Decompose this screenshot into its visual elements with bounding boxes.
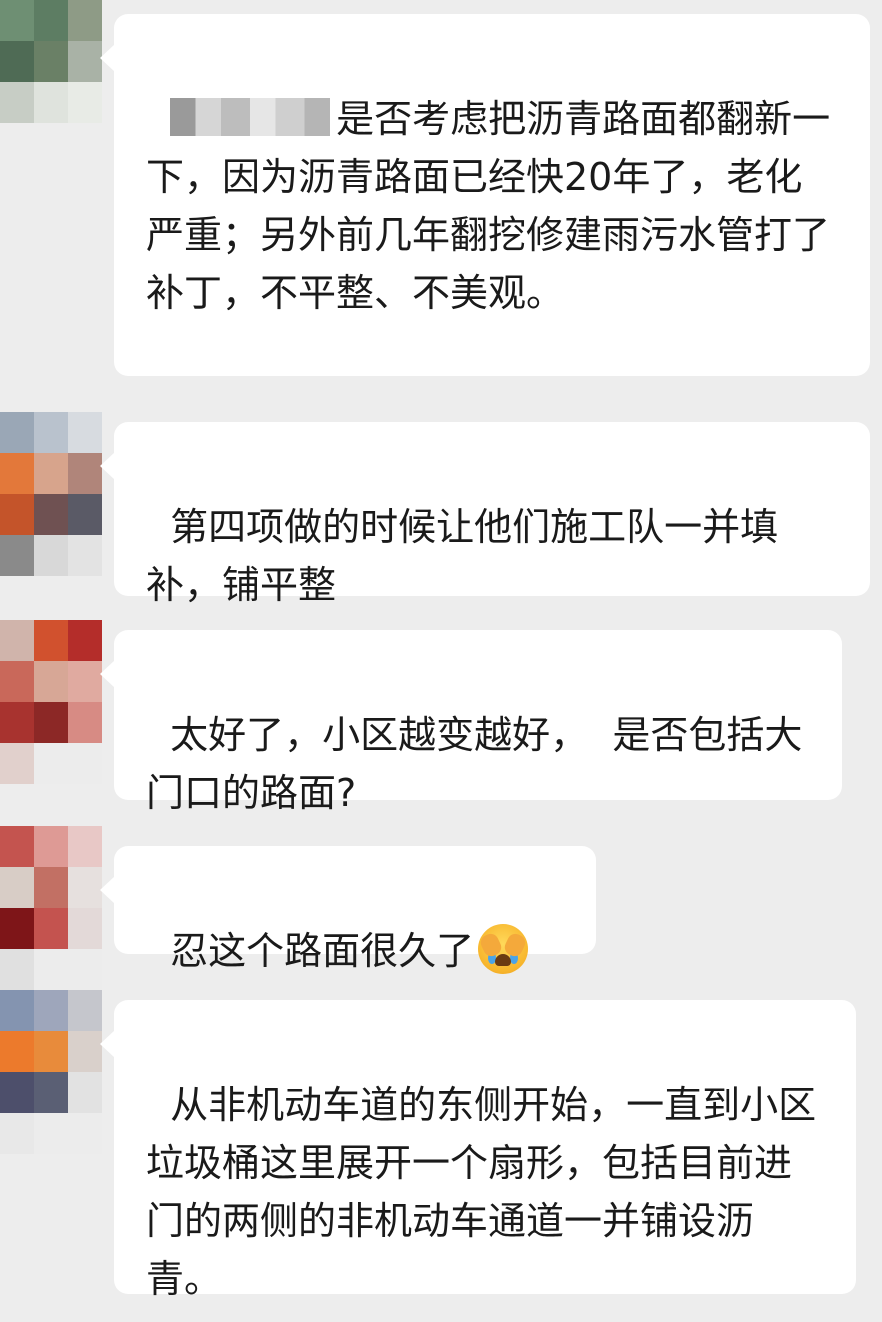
- avatar-pixel: [68, 412, 102, 453]
- avatar-pixel: [0, 867, 34, 908]
- avatar-pixel: [0, 412, 34, 453]
- avatar-pixel: [68, 908, 102, 949]
- avatar-pixel: [68, 990, 102, 1031]
- avatar-pixel: [0, 826, 34, 867]
- avatar-pixel: [0, 82, 34, 123]
- avatar-pixel: [34, 494, 68, 535]
- avatar-pixel: [0, 1072, 34, 1113]
- avatar-pixel: [34, 949, 68, 990]
- avatar[interactable]: [0, 620, 102, 784]
- face-with-hands-crying-emoji: [478, 924, 529, 974]
- avatar-pixel: [68, 826, 102, 867]
- avatar-pixel: [34, 1113, 68, 1154]
- avatar-pixel: [68, 494, 102, 535]
- avatar-pixel: [0, 0, 34, 41]
- message-bubble: 从非机动车道的东侧开始，一直到小区垃圾桶这里展开一个扇形，包括目前进门的两侧的非…: [100, 1000, 856, 1301]
- avatar-pixel: [34, 1031, 68, 1072]
- avatar-pixel: [0, 743, 34, 784]
- message-text: 太好了，小区越变越好， 是否包括大门口的路面?: [146, 713, 803, 815]
- avatar-pixel: [68, 535, 102, 576]
- avatar-pixel: [34, 412, 68, 453]
- avatar-pixel: [34, 743, 68, 784]
- avatar-pixel: [68, 702, 102, 743]
- avatar-pixel: [34, 453, 68, 494]
- avatar-pixel: [34, 41, 68, 82]
- avatar[interactable]: [0, 990, 102, 1154]
- avatar[interactable]: [0, 412, 102, 576]
- avatar-pixel: [34, 535, 68, 576]
- avatar-pixel: [0, 702, 34, 743]
- avatar-pixel: [68, 453, 102, 494]
- avatar-pixel: [68, 0, 102, 41]
- avatar-pixel: [0, 41, 34, 82]
- avatar-pixel: [68, 867, 102, 908]
- avatar-pixel: [68, 743, 102, 784]
- avatar[interactable]: [0, 826, 102, 990]
- avatar-pixel: [68, 41, 102, 82]
- avatar[interactable]: [0, 0, 102, 123]
- message-text: 忍这个路面很久了: [170, 929, 475, 973]
- avatar-pixel: [34, 0, 68, 41]
- avatar-pixel: [34, 1072, 68, 1113]
- avatar-pixel: [0, 661, 34, 702]
- message-text: 第四项做的时候让他们施工队一并填补，铺平整: [146, 505, 779, 607]
- avatar-pixel: [34, 620, 68, 661]
- avatar-pixel: [34, 990, 68, 1031]
- avatar-pixel: [34, 82, 68, 123]
- avatar-pixel: [34, 661, 68, 702]
- avatar-pixel: [34, 867, 68, 908]
- avatar-pixel: [68, 949, 102, 990]
- avatar-pixel: [0, 620, 34, 661]
- avatar-pixel: [0, 535, 34, 576]
- avatar-pixel: [68, 1072, 102, 1113]
- avatar-pixel: [0, 990, 34, 1031]
- avatar-pixel: [68, 1031, 102, 1072]
- avatar-pixel: [34, 702, 68, 743]
- avatar-pixel: [68, 1113, 102, 1154]
- avatar-pixel: [0, 908, 34, 949]
- redacted-mention: [170, 98, 331, 136]
- avatar-pixel: [0, 949, 34, 990]
- message-text: 从非机动车道的东侧开始，一直到小区垃圾桶这里展开一个扇形，包括目前进门的两侧的非…: [146, 1083, 817, 1301]
- avatar-pixel: [68, 620, 102, 661]
- message-bubble: 第四项做的时候让他们施工队一并填补，铺平整: [100, 422, 870, 607]
- avatar-pixel: [68, 82, 102, 123]
- avatar-pixel: [68, 661, 102, 702]
- message-bubble: 忍这个路面很久了: [100, 846, 596, 974]
- message-bubble: 太好了，小区越变越好， 是否包括大门口的路面?: [100, 630, 842, 815]
- message-bubble: 是否考虑把沥青路面都翻新一下，因为沥青路面已经快20年了，老化严重；另外前几年翻…: [100, 14, 870, 376]
- avatar-pixel: [0, 1031, 34, 1072]
- avatar-pixel: [0, 1113, 34, 1154]
- avatar-pixel: [34, 908, 68, 949]
- avatar-pixel: [34, 826, 68, 867]
- avatar-pixel: [0, 494, 34, 535]
- avatar-pixel: [0, 453, 34, 494]
